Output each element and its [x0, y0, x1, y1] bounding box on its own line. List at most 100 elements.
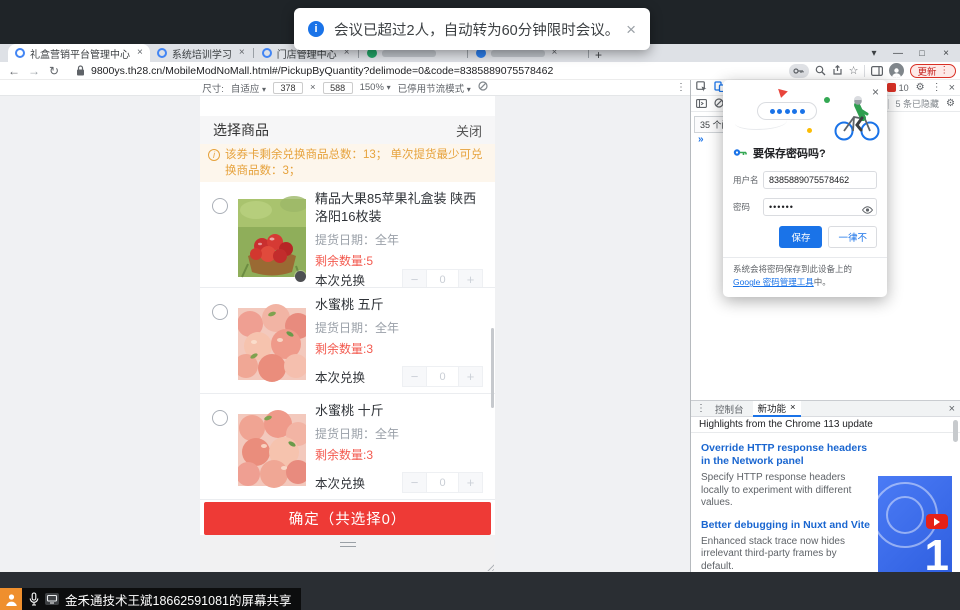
maximize-button[interactable]: □ [910, 48, 934, 58]
stepper-minus-button[interactable]: − [402, 472, 427, 493]
tab-whats-new[interactable]: 新功能 × [753, 401, 801, 417]
screen: 礼盒营销平台管理中心 × 系统培训学习 × 门店管理中心 × × + ▾ [0, 0, 960, 610]
product-row[interactable]: 水蜜桃 十斤 提货日期：全年 剩余数量:3 本次兑换 − 0 + [200, 394, 495, 500]
chrome-update-button[interactable]: 更新 ⋮ [910, 64, 956, 78]
throttle-dropdown[interactable]: 已停用节流模式 ▾ [398, 81, 471, 95]
modal-title: 选择商品 [213, 120, 269, 140]
issues-counter[interactable]: 10 [887, 83, 909, 93]
stepper-quantity[interactable]: 0 [427, 472, 458, 493]
whats-new-video-thumbnail[interactable]: 1 [878, 476, 952, 573]
console-sidebar-icon[interactable] [696, 95, 707, 113]
product-row[interactable]: 水蜜桃 五斤 提货日期：全年 剩余数量:3 本次兑换 − 0 + [200, 288, 495, 394]
viewport-width-input[interactable] [273, 82, 303, 94]
password-input[interactable] [763, 198, 877, 216]
password-manager-link[interactable]: Google 密码管理工具 [733, 277, 814, 287]
quota-notice-text: 该券卡剩余兑换商品总数：13； 单次提货最少可兑换商品数：3； [225, 147, 485, 179]
banner-close-icon[interactable]: × [626, 21, 636, 38]
username-input[interactable] [763, 171, 877, 189]
devtools-settings-icon[interactable]: ⚙ [916, 82, 925, 93]
never-button[interactable]: 一律不 [828, 226, 877, 248]
console-settings-icon[interactable]: ⚙ [946, 98, 955, 109]
no-throttle-icon[interactable] [478, 81, 488, 94]
toolbar-divider [888, 99, 889, 109]
side-panel-icon[interactable] [871, 66, 883, 76]
device-emulation-toolbar: 尺寸: 自适应 ▾ × 150% ▾ 已停用节流模式 ▾ ⋮ [0, 80, 690, 96]
stepper-plus-button[interactable]: + [458, 366, 483, 387]
url-text[interactable]: 9800ys.th28.cn/MobileModNoMall.html#/Pic… [91, 65, 553, 77]
stepper-plus-button[interactable]: + [458, 472, 483, 493]
whats-new-desc: Enhanced stack trace now hides irrelevan… [701, 536, 870, 574]
tab-console[interactable]: 控制台 [710, 401, 749, 417]
drawer-close-icon[interactable]: × [949, 403, 955, 415]
save-button[interactable]: 保存 [779, 226, 822, 248]
profile-avatar[interactable] [889, 63, 904, 78]
password-key-icon[interactable] [789, 64, 809, 78]
tab-search-icon[interactable]: ▾ [862, 48, 886, 59]
drawer-menu-icon[interactable]: ⋮ [696, 403, 706, 414]
password-row: 密码 [723, 197, 887, 216]
devtools-close-icon[interactable]: × [949, 82, 955, 94]
size-mode-dropdown[interactable]: 自适应 ▾ [231, 81, 266, 95]
stepper-minus-button[interactable]: − [402, 366, 427, 387]
zoom-icon[interactable] [815, 65, 826, 76]
bookmark-star-icon[interactable]: ☆ [849, 64, 859, 77]
tab-training[interactable]: 系统培训学习 × [150, 44, 252, 62]
viewport-resize-handle[interactable] [340, 542, 356, 547]
tab-separator [253, 48, 254, 58]
reload-icon[interactable]: ↻ [44, 64, 64, 78]
chevron-down-icon: ▾ [387, 83, 391, 92]
product-radio[interactable] [212, 304, 228, 320]
close-window-button[interactable]: × [934, 48, 958, 59]
lock-icon[interactable] [76, 65, 85, 76]
remaining-stock: 剩余数量:5 [315, 252, 483, 269]
issues-count: 10 [899, 83, 909, 93]
viewport-corner-resize[interactable] [485, 562, 494, 571]
hidden-messages-label[interactable]: 5 条已隐藏 [896, 97, 940, 110]
remote-cursor [295, 271, 306, 282]
issues-icon [887, 83, 896, 92]
devtools-menu-icon[interactable]: ⋮ [932, 82, 942, 93]
shared-screen-icon [45, 593, 59, 605]
minimize-button[interactable]: — [886, 48, 910, 59]
confirm-button[interactable]: 确定（共选择0） [204, 502, 491, 535]
product-radio[interactable] [212, 198, 228, 214]
viewport-height-input[interactable] [323, 82, 353, 94]
chevron-down-icon: ▾ [467, 85, 471, 94]
stepper-minus-button[interactable]: − [402, 269, 427, 288]
zoom-dropdown[interactable]: 150% ▾ [360, 82, 391, 93]
modal-close-button[interactable]: 关闭 [456, 121, 482, 140]
dialog-buttons: 保存 一律不 [723, 226, 887, 248]
new-tab-button[interactable]: + [590, 48, 608, 62]
product-row[interactable]: 精品大果85苹果礼盒装 陕西洛阳16枚装 提货日期：全年 剩余数量:5 本次兑换… [200, 182, 495, 288]
product-radio[interactable] [212, 410, 228, 426]
tab-favicon-icon [262, 48, 272, 58]
forward-icon[interactable]: → [24, 64, 44, 78]
menu-dots-icon[interactable]: ⋮ [940, 65, 950, 76]
whats-new-link[interactable]: Better debugging in Nuxt and Vite [701, 519, 870, 532]
whats-new-link[interactable]: Override HTTP response headers in the Ne… [701, 442, 870, 468]
console-prompt-icon[interactable]: » [698, 134, 704, 145]
back-icon[interactable]: ← [4, 64, 24, 78]
tab-gift-platform[interactable]: 礼盒营销平台管理中心 × [8, 44, 150, 62]
exchange-row: 本次兑换 − 0 + [315, 366, 483, 387]
show-password-eye-icon[interactable] [862, 201, 873, 219]
share-icon[interactable] [832, 65, 843, 76]
play-button-icon[interactable] [926, 514, 948, 529]
decor-dot-yellow [807, 128, 812, 133]
drawer-scrollbar-thumb[interactable] [953, 420, 958, 442]
tab-label: 礼盒营销平台管理中心 [30, 46, 130, 61]
screen-share-label: 金禾通技术王斌18662591081的屏幕共享 [65, 590, 291, 609]
stepper-plus-button[interactable]: + [458, 269, 483, 288]
tab-close-icon[interactable]: × [137, 48, 143, 58]
tab-label-obscured [491, 50, 545, 57]
product-info: 水蜜桃 十斤 提货日期：全年 剩余数量:3 本次兑换 − 0 + [315, 402, 483, 498]
toolbar-divider [864, 65, 865, 77]
tab-close-icon[interactable]: × [239, 48, 245, 58]
tab-close-icon[interactable]: × [790, 402, 796, 413]
stepper-quantity[interactable]: 0 [427, 366, 458, 387]
pickup-date: 提货日期：全年 [315, 231, 483, 248]
device-toolbar-more-icon[interactable]: ⋮ [676, 82, 686, 93]
microphone-icon [29, 592, 39, 606]
stepper-quantity[interactable]: 0 [427, 269, 458, 288]
modal-scrollbar-thumb[interactable] [491, 328, 494, 408]
